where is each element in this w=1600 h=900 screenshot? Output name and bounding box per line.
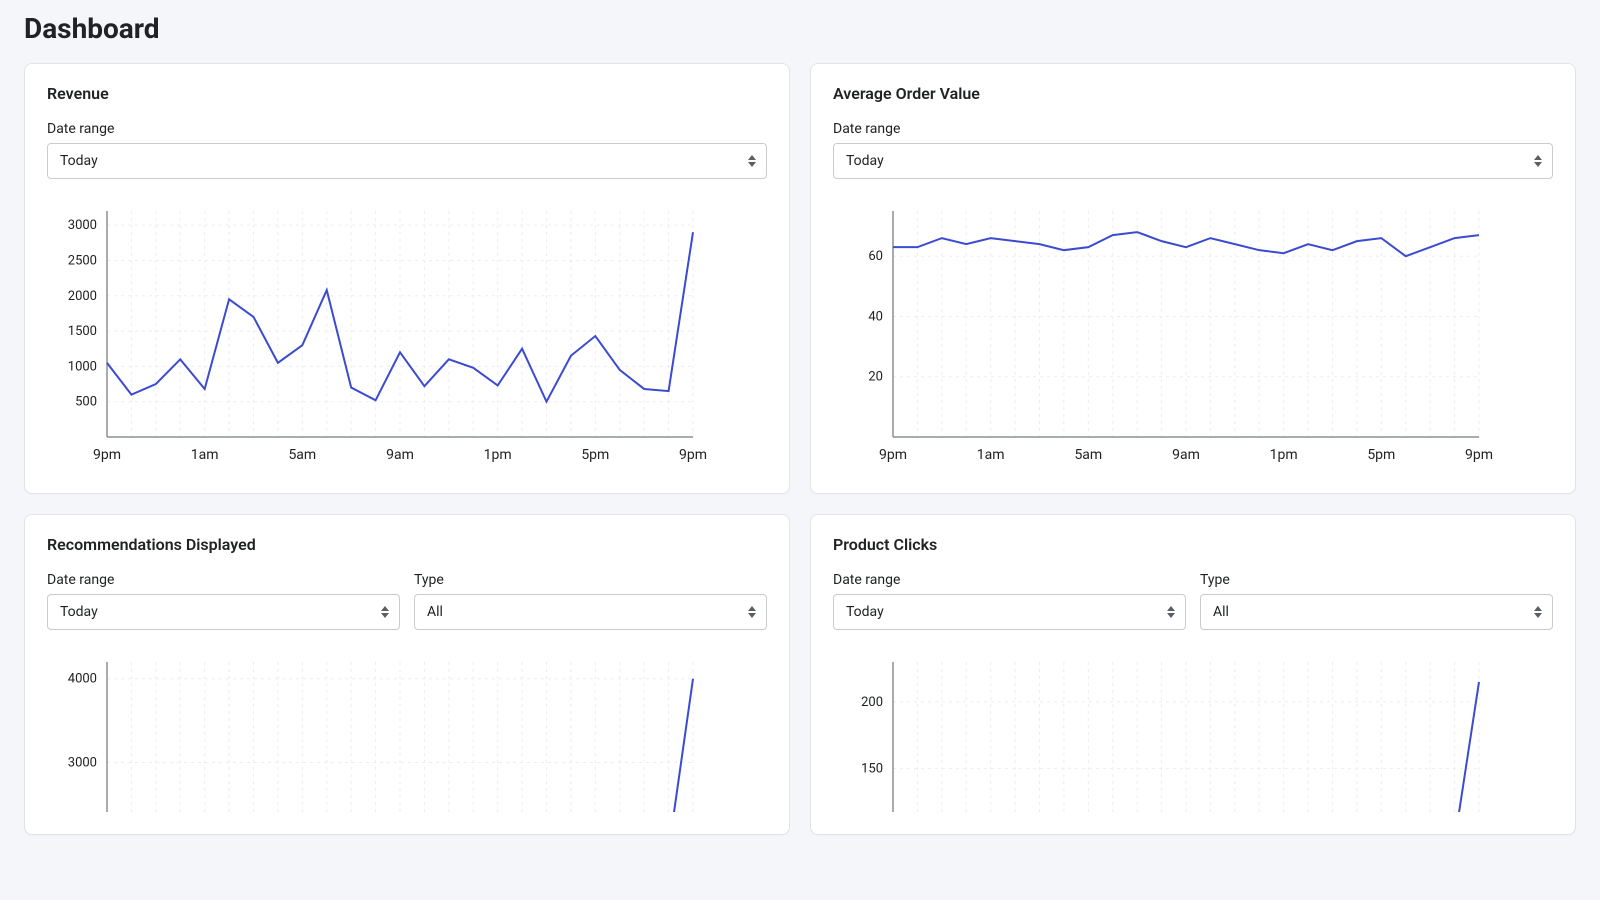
svg-text:1500: 1500 xyxy=(68,324,97,339)
svg-text:1000: 1000 xyxy=(68,359,97,374)
svg-text:4000: 4000 xyxy=(68,672,97,687)
svg-text:3000: 3000 xyxy=(68,755,97,770)
svg-text:1pm: 1pm xyxy=(1270,447,1298,463)
select-value: All xyxy=(427,604,443,620)
label-date-range: Date range xyxy=(833,121,1553,137)
field-type: Type All xyxy=(1200,572,1553,630)
chevron-updown-icon xyxy=(381,606,389,618)
field-type: Type All xyxy=(414,572,767,630)
field-date-range: Date range Today xyxy=(47,572,400,630)
card-clicks: Product Clicks Date range Today Type All xyxy=(810,514,1576,835)
label-type: Type xyxy=(1200,572,1553,588)
svg-text:9am: 9am xyxy=(386,447,414,463)
svg-text:1am: 1am xyxy=(191,447,219,463)
svg-text:9am: 9am xyxy=(1172,447,1200,463)
card-aov: Average Order Value Date range Today 20 4… xyxy=(810,63,1576,494)
svg-text:2500: 2500 xyxy=(68,253,97,268)
svg-text:2000: 2000 xyxy=(68,289,97,304)
svg-text:1pm: 1pm xyxy=(484,447,512,463)
svg-text:150: 150 xyxy=(861,761,883,776)
card-clicks-title: Product Clicks xyxy=(833,535,1553,554)
chart-recs: 2000300040009pm1am5am9am1pm5pm9pm xyxy=(47,652,767,812)
svg-text:200: 200 xyxy=(861,695,883,710)
card-revenue: Revenue Date range Today 500 1000 1500 2000… xyxy=(24,63,790,494)
svg-text:500: 500 xyxy=(75,395,97,410)
svg-text:5am: 5am xyxy=(288,447,316,463)
chart-revenue: 500 1000 1500 2000 2500 3000 9pm 1am 5am 9am 1pm 5p… xyxy=(47,201,767,471)
chart-clicks: 1001502009pm1am5am9am1pm5pm9pm xyxy=(833,652,1553,812)
select-value: Today xyxy=(60,153,98,169)
chevron-updown-icon xyxy=(748,155,756,167)
select-type-clicks[interactable]: All xyxy=(1200,594,1553,630)
chevron-updown-icon xyxy=(1534,606,1542,618)
svg-text:5pm: 5pm xyxy=(1367,447,1395,463)
field-date-range: Date range Today xyxy=(833,121,1553,179)
card-aov-title: Average Order Value xyxy=(833,84,1553,103)
card-recs-title: Recommendations Displayed xyxy=(47,535,767,554)
svg-text:3000: 3000 xyxy=(68,218,97,233)
svg-text:60: 60 xyxy=(868,249,883,264)
page-title: Dashboard xyxy=(24,0,1576,63)
svg-text:9pm: 9pm xyxy=(93,447,121,463)
chart-aov: 20 40 60 9pm 1am 5am 9am 1pm 5pm 9pm xyxy=(833,201,1553,471)
select-date-range-recs[interactable]: Today xyxy=(47,594,400,630)
chevron-updown-icon xyxy=(1534,155,1542,167)
card-recs: Recommendations Displayed Date range Tod… xyxy=(24,514,790,835)
select-value: Today xyxy=(60,604,98,620)
label-date-range: Date range xyxy=(47,121,767,137)
svg-text:40: 40 xyxy=(868,309,883,324)
select-date-range-revenue[interactable]: Today xyxy=(47,143,767,179)
field-date-range: Date range Today xyxy=(47,121,767,179)
svg-text:9pm: 9pm xyxy=(1465,447,1493,463)
svg-text:5pm: 5pm xyxy=(581,447,609,463)
select-value: All xyxy=(1213,604,1229,620)
svg-text:9pm: 9pm xyxy=(679,447,707,463)
chevron-updown-icon xyxy=(1167,606,1175,618)
svg-text:5am: 5am xyxy=(1074,447,1102,463)
label-date-range: Date range xyxy=(833,572,1186,588)
field-date-range: Date range Today xyxy=(833,572,1186,630)
select-date-range-aov[interactable]: Today xyxy=(833,143,1553,179)
label-type: Type xyxy=(414,572,767,588)
select-date-range-clicks[interactable]: Today xyxy=(833,594,1186,630)
svg-text:1am: 1am xyxy=(977,447,1005,463)
chevron-updown-icon xyxy=(748,606,756,618)
dashboard-grid: Revenue Date range Today 500 1000 1500 2000… xyxy=(24,63,1576,835)
select-type-recs[interactable]: All xyxy=(414,594,767,630)
label-date-range: Date range xyxy=(47,572,400,588)
svg-text:9pm: 9pm xyxy=(879,447,907,463)
select-value: Today xyxy=(846,604,884,620)
svg-text:20: 20 xyxy=(868,370,883,385)
card-revenue-title: Revenue xyxy=(47,84,767,103)
select-value: Today xyxy=(846,153,884,169)
